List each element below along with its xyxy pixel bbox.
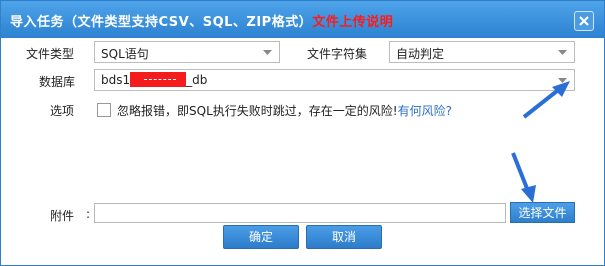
charset-label: 文件字符集 [307,47,368,61]
ignore-errors-label: 忽略报错，即SQL执行失败时跳过，存在一定的风险! [117,104,398,118]
database-name-suffix: _db [186,73,208,87]
attachment-colon: : [86,207,91,221]
dialog-footer: 确定 取消 [1,225,604,265]
close-button[interactable] [574,11,594,31]
file-type-select[interactable]: SQL语句 [94,41,280,63]
chevron-down-icon [263,50,272,55]
ignore-errors-text: 忽略报错，即SQL执行失败时跳过，存在一定的风险!有何风险? [117,102,452,119]
risk-link[interactable]: 有何风险? [398,104,452,118]
file-type-label: 文件类型 [26,47,75,61]
ignore-errors-checkbox[interactable] [97,103,111,117]
attachment-label: 附件 [50,209,75,223]
dialog-title-bar: 导入任务（文件类型支持CSV、SQL、ZIP格式）文件上传说明 [1,1,604,38]
upload-instructions-link[interactable]: 文件上传说明 [312,15,393,30]
chevron-down-icon [558,78,567,83]
attachment-input[interactable] [94,203,506,223]
dialog-title: 导入任务（文件类型支持CSV、SQL、ZIP格式）文件上传说明 [10,11,393,30]
chevron-down-icon [558,50,567,55]
dialog-title-text: 导入任务（文件类型支持CSV、SQL、ZIP格式） [10,15,313,30]
close-icon [579,16,589,26]
file-type-value: SQL语句 [101,47,149,61]
database-name-prefix: bds1 [101,73,131,87]
options-label: 选项 [50,104,75,118]
cancel-button[interactable]: 取消 [306,225,382,249]
choose-file-button[interactable]: 选择文件 [510,202,575,223]
redaction-mark [130,72,187,87]
database-select[interactable]: bds1 _db [94,69,575,91]
database-label: 数据库 [39,75,76,89]
annotation-arrow-choose-file [511,152,536,203]
confirm-button[interactable]: 确定 [223,225,299,249]
charset-value: 自动判定 [396,47,445,61]
charset-select[interactable]: 自动判定 [389,41,575,63]
import-task-dialog: 导入任务（文件类型支持CSV、SQL、ZIP格式）文件上传说明 文件类型 SQL… [0,0,605,266]
database-value: bds1 _db [101,72,208,87]
